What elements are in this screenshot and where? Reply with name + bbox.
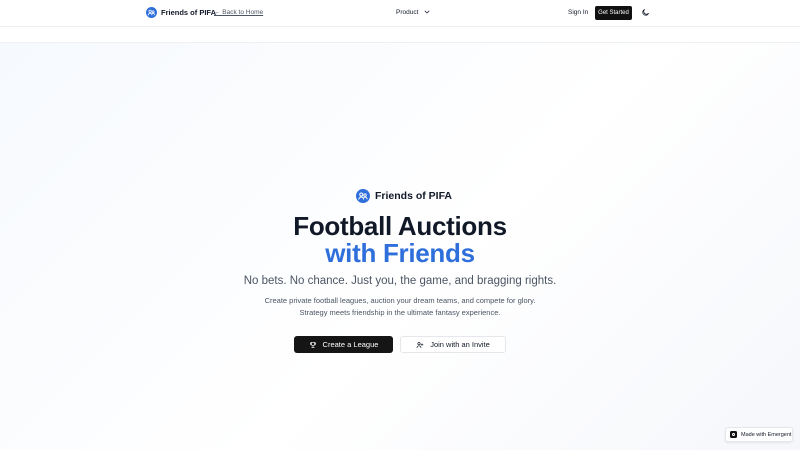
join-invite-button[interactable]: Join with an Invite [400,336,506,353]
get-started-button[interactable]: Get Started [595,6,632,20]
chevron-down-icon [425,10,430,14]
users-circle-icon [146,7,157,18]
hero-brand: Friends of PIFA [356,189,452,203]
top-navbar: Friends of PIFA ← Back to Home Product S… [0,0,800,27]
made-with-label: Made with Emergent [741,431,792,438]
made-with-emergent-badge[interactable]: Made with Emergent [725,427,793,442]
back-to-home-link[interactable]: ← Back to Home [214,9,263,16]
moon-icon[interactable] [641,8,650,17]
hero-headline-accent: with Friends [325,238,475,268]
user-plus-icon [416,341,424,348]
hero-brand-name: Friends of PIFA [375,190,453,202]
product-menu-dropdown[interactable]: Product [396,8,431,16]
hero-description: Create private football leagues, auction… [264,296,536,317]
hero-tagline: No bets. No chance. Just you, the game, … [243,275,557,287]
users-circle-icon [356,189,370,203]
create-league-button[interactable]: Create a League [294,336,393,353]
header-divider-strip [0,27,800,43]
join-invite-label: Join with an Invite [430,340,490,349]
create-league-label: Create a League [322,340,379,349]
brand-logo-link[interactable]: Friends of PIFA [146,7,216,18]
trophy-icon [309,341,316,348]
brand-name: Friends of PIFA [161,8,217,17]
product-menu-label: Product [396,8,419,16]
emergent-logo-icon [730,431,737,438]
sign-in-link[interactable]: Sign In [568,9,588,16]
